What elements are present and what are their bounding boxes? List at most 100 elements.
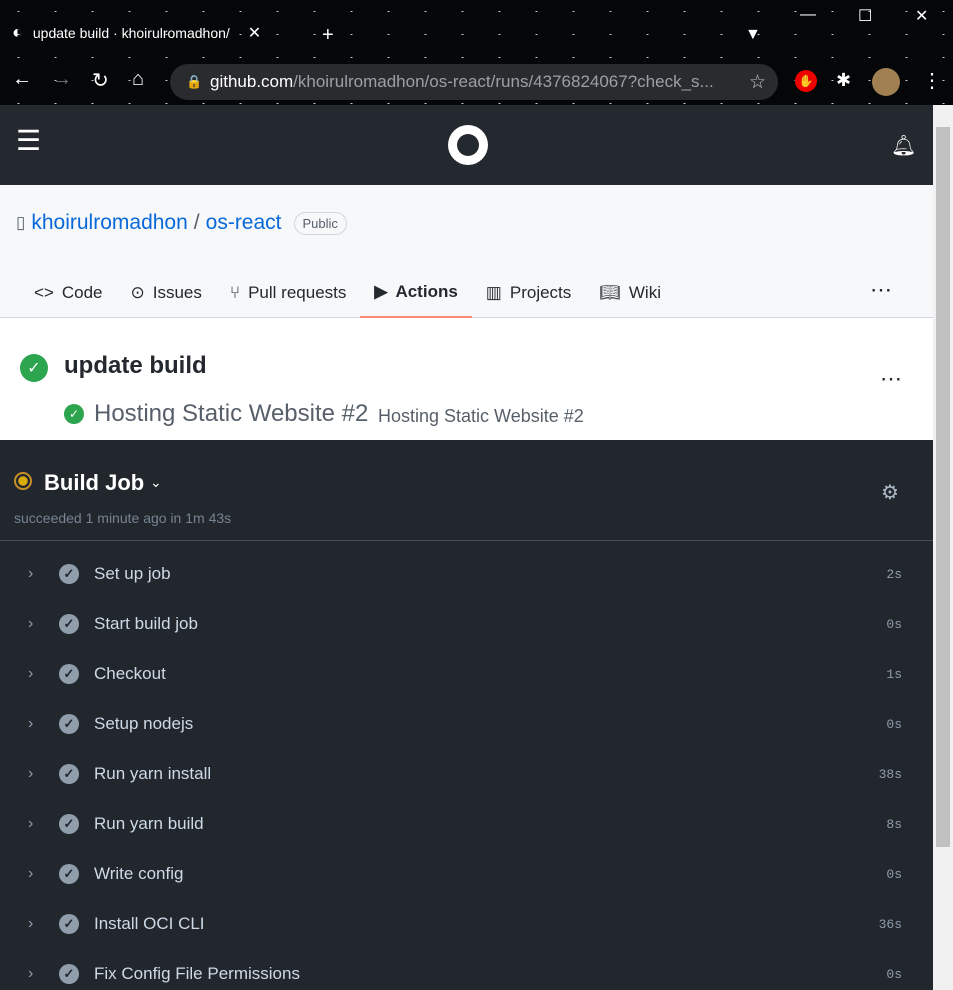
step-duration: 1s [886,666,902,682]
breadcrumb-separator: / [193,211,200,234]
expand-chevron-icon[interactable]: › [28,715,33,733]
step-duration: 38s [878,766,902,782]
back-icon[interactable]: ← [12,68,32,91]
job-step[interactable]: › ✓ Run yarn install 38s [0,749,933,799]
tab-title: update build · khoirulromadhon/ [32,24,230,41]
workflow-name[interactable]: Hosting Static Website #2 [94,400,368,428]
step-name: Install OCI CLI [94,914,205,933]
close-tab-icon[interactable]: ✕ [248,23,261,43]
workflow-check-icon: ✓ [64,404,84,424]
job-step[interactable]: › ✓ Install OCI CLI 36s [0,899,933,949]
minimize-icon[interactable]: — [800,6,816,24]
tab-label: Projects [509,283,572,302]
step-name: Setup nodejs [94,714,194,733]
scrollbar[interactable] [933,105,953,990]
maximize-icon[interactable]: ☐ [858,6,872,26]
tab-pull-requests[interactable]: ⑂ Pull requests [216,268,360,318]
extensions-icon[interactable]: ✱ [836,70,851,91]
browser-chrome: ◐ update build · khoirulromadhon/ ✕ + ▼ … [0,0,953,105]
success-check-icon: ✓ [20,354,48,382]
job-dropdown-chevron-icon[interactable]: ⌄ [150,474,162,491]
step-name: Checkout [94,664,166,683]
job-step[interactable]: › ✓ Run yarn build 8s [0,799,933,849]
profile-avatar[interactable] [872,68,900,96]
pull-request-icon: ⑂ [229,283,241,302]
reload-icon[interactable]: ↻ [92,68,109,93]
tab-search-icon[interactable]: ▼ [745,26,761,44]
expand-chevron-icon[interactable]: › [28,665,33,683]
settings-gear-icon[interactable]: ⚙ [881,480,899,505]
step-duration: 0s [886,716,902,732]
expand-chevron-icon[interactable]: › [28,615,33,633]
run-more-icon[interactable]: ⋯ [880,366,902,392]
adblock-extension-icon[interactable]: ✋ [795,70,817,92]
github-logo-icon[interactable] [448,125,488,165]
divider [0,540,933,541]
tab-projects[interactable]: ▥ Projects [472,268,585,318]
browser-tab[interactable]: ◐ update build · khoirulromadhon/ ✕ [12,22,261,43]
tab-label: Issues [152,283,202,302]
job-step[interactable]: › ✓ Set up job 2s [0,549,933,599]
step-check-icon: ✓ [59,664,79,684]
visibility-badge: Public [293,211,347,235]
scrollbar-thumb[interactable] [936,127,950,847]
job-status-icon [14,472,32,490]
notifications-bell-icon[interactable]: 🔔︎ [891,133,916,158]
step-name: Run yarn build [94,814,204,833]
tab-wiki[interactable]: 📖︎ Wiki [585,268,675,318]
expand-chevron-icon[interactable]: › [28,865,33,883]
project-icon: ▥ [485,283,502,302]
step-name: Set up job [94,564,171,583]
expand-chevron-icon[interactable]: › [28,915,33,933]
expand-chevron-icon[interactable]: › [28,565,33,583]
job-panel: Build Job ⌄ succeeded 1 minute ago in 1m… [0,440,933,990]
address-bar[interactable]: 🔒 github.com/khoirulromadhon/os-react/ru… [170,64,778,100]
more-tabs-icon[interactable]: ⋯ [870,277,892,303]
step-duration: 8s [886,816,902,832]
github-header: ☰ 🔔︎ [0,105,933,185]
step-check-icon: ✓ [59,814,79,834]
run-header: ✓ update build ✓ Hosting Static Website … [0,318,933,440]
job-step[interactable]: › ✓ Setup nodejs 0s [0,699,933,749]
step-check-icon: ✓ [59,964,79,984]
tab-label: Code [61,283,103,302]
repo-name-link[interactable]: os-react [206,211,282,235]
workflow-title-text: Hosting Static Website #2 [378,406,584,426]
repo-owner-link[interactable]: khoirulromadhon [31,211,187,235]
job-step[interactable]: › ✓ Fix Config File Permissions 0s [0,949,933,990]
step-check-icon: ✓ [59,864,79,884]
github-favicon-icon: ◐ [12,22,23,42]
tab-issues[interactable]: ⊙ Issues [117,268,216,318]
tab-label: Actions [395,282,458,301]
job-status-text: succeeded 1 minute ago in 1m 43s [14,510,232,526]
job-step[interactable]: › ✓ Write config 0s [0,849,933,899]
forward-icon[interactable]: → [52,68,72,91]
new-tab-icon[interactable]: + [322,24,334,47]
home-icon[interactable]: ⌂ [132,68,144,91]
step-name: Start build job [94,614,198,633]
step-check-icon: ✓ [59,914,79,934]
chrome-menu-icon[interactable]: ⋮ [922,68,942,93]
tab-actions[interactable]: ▶ Actions [360,268,472,318]
step-name: Fix Config File Permissions [94,964,300,983]
step-duration: 0s [886,616,902,632]
expand-chevron-icon[interactable]: › [28,815,33,833]
expand-chevron-icon[interactable]: › [28,765,33,783]
lock-icon: 🔒 [186,74,203,89]
step-check-icon: ✓ [59,714,79,734]
hamburger-menu-icon[interactable]: ☰ [16,127,41,155]
tab-code[interactable]: <> Code [20,268,117,318]
breadcrumb: ▯ khoirulromadhon / os-react Public [16,211,347,235]
url-path: /khoirulromadhon/os-react/runs/437682406… [293,72,714,91]
tab-label: Wiki [628,283,661,302]
job-step[interactable]: › ✓ Checkout 1s [0,649,933,699]
job-step[interactable]: › ✓ Start build job 0s [0,599,933,649]
step-name: Run yarn install [94,764,212,783]
step-duration: 2s [886,566,902,582]
expand-chevron-icon[interactable]: › [28,965,33,983]
close-window-icon[interactable]: ✕ [915,6,928,26]
step-name: Write config [94,864,184,883]
code-icon: <> [34,283,54,302]
book-icon: 📖︎ [599,283,621,302]
bookmark-star-icon[interactable]: ☆ [749,71,766,94]
